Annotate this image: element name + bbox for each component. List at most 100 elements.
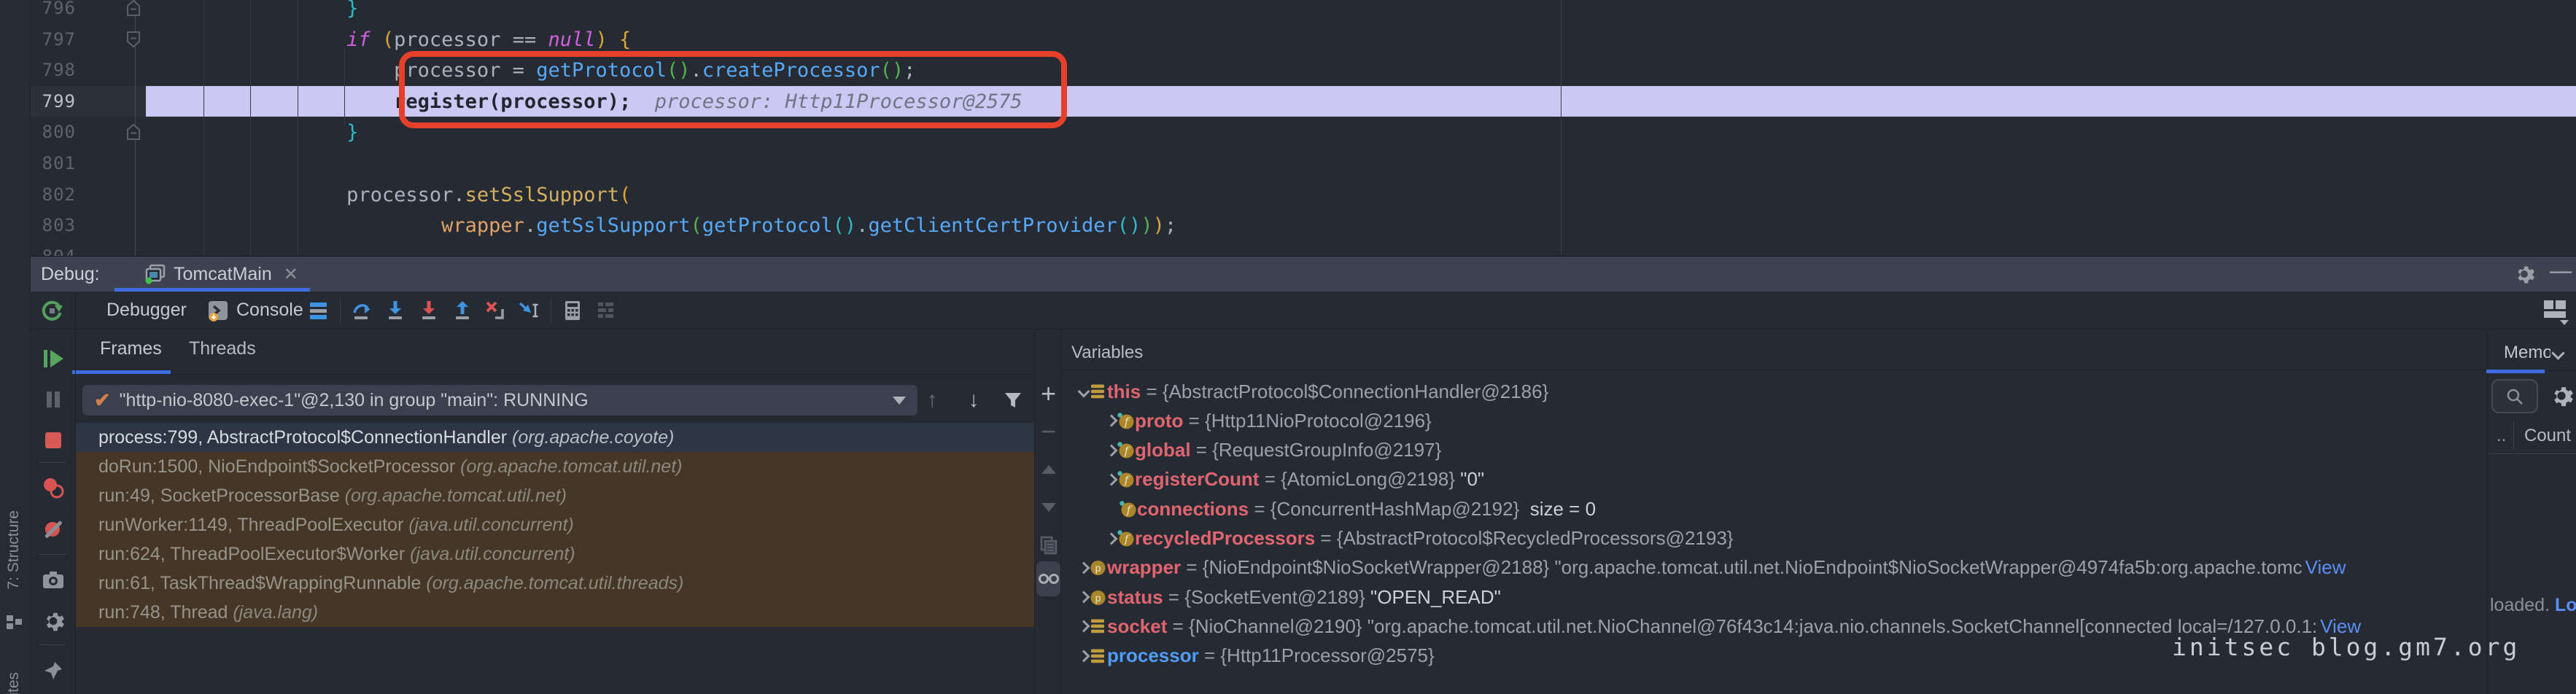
line-number[interactable]: 797 (31, 24, 76, 55)
frame-row[interactable]: run:748, Thread (java.lang) (75, 598, 1034, 627)
line-number[interactable]: 802 (31, 179, 76, 211)
frame-row[interactable]: doRun:1500, NioEndpoint$SocketProcessor … (75, 452, 1034, 481)
line-number[interactable]: 799 (31, 86, 76, 117)
tab-frames[interactable]: Frames (93, 330, 169, 367)
variable-row[interactable]: fconnections = {ConcurrentHashMap@2192} … (1062, 494, 2480, 523)
memory-settings-gear-icon[interactable] (2549, 383, 2574, 408)
tab-console[interactable]: Console (200, 292, 311, 329)
trace-settings-button[interactable] (589, 296, 623, 325)
variable-value: = {NioEndpoint$NioSocketWrapper@2188} "o… (1181, 556, 2303, 579)
move-watch-up-button[interactable] (1035, 455, 1062, 484)
variable-row[interactable]: fglobal = {RequestGroupInfo@2197} (1062, 436, 2480, 465)
fold-marker-icon[interactable] (126, 31, 141, 48)
settings-gear-icon[interactable] (2513, 263, 2535, 285)
variable-bars-icon (1088, 618, 1107, 634)
thread-selector-dropdown[interactable]: ✔ "http-nio-8080-exec-1"@2,130 in group … (82, 385, 917, 416)
variable-row[interactable]: pstatus = {SocketEvent@2189} "OPEN_READ" (1062, 582, 2480, 612)
move-watch-down-button[interactable] (1035, 493, 1062, 522)
variable-row[interactable]: frecycledProcessors = {AbstractProtocol$… (1062, 524, 2480, 553)
view-value-link[interactable]: View (2303, 556, 2346, 579)
evaluate-expression-button[interactable] (556, 296, 589, 325)
line-number[interactable]: 800 (31, 117, 76, 148)
watches-toolbar: + − (1034, 330, 1061, 694)
debug-titlebar: Debug: TomcatMain ✕ — (31, 257, 2576, 292)
variable-name: this (1107, 381, 1141, 403)
line-number[interactable]: 803 (31, 210, 76, 241)
thread-dump-camera-button[interactable] (31, 564, 75, 596)
code-line[interactable]: 802 processor.setSslSupport( (31, 179, 2576, 211)
add-watch-button[interactable]: + (1035, 379, 1062, 408)
code-line[interactable]: 796 } (31, 0, 2576, 24)
variable-row[interactable]: fregisterCount = {AtomicLong@2198} "0" (1062, 465, 2480, 494)
annotation-box-code (399, 51, 1067, 128)
console-icon (207, 300, 229, 321)
pin-button[interactable] (31, 655, 75, 687)
show-execution-point-button[interactable] (302, 296, 335, 325)
frame-row[interactable]: run:624, ThreadPoolExecutor$Worker (java… (75, 539, 1034, 569)
variable-row[interactable]: this = {AbstractProtocol$ConnectionHandl… (1062, 377, 2480, 406)
line-number[interactable]: 801 (31, 148, 76, 179)
variable-f-icon: f (1116, 412, 1135, 430)
code-line[interactable]: 804 (31, 241, 2576, 257)
mute-breakpoints-button[interactable] (31, 513, 75, 545)
memory-column-count[interactable]: Count (2524, 426, 2571, 446)
restore-layout-icon[interactable] (2541, 296, 2569, 325)
pause-button[interactable] (31, 383, 75, 416)
run-tab-tomcatmain[interactable]: TomcatMain ✕ (139, 257, 304, 292)
code-line[interactable]: 801 (31, 148, 2576, 179)
line-number[interactable]: 804 (31, 241, 76, 257)
show-watches-in-variables-button[interactable] (1036, 561, 1060, 596)
frame-row[interactable]: run:49, SocketProcessorBase (org.apache.… (75, 481, 1034, 510)
thread-status-icon: ✔ (94, 389, 111, 412)
site-watermark: initsec blog.gm7.org (2172, 633, 2520, 661)
memory-search-box[interactable] (2491, 379, 2538, 413)
hide-icon[interactable]: — (2550, 262, 2569, 281)
resume-button[interactable] (31, 343, 75, 375)
remove-watch-button[interactable]: − (1035, 417, 1062, 446)
step-over-button[interactable] (345, 296, 379, 325)
code-editor[interactable]: 796 }797 if (processor == null) {798 pro… (31, 0, 2576, 257)
rerun-button[interactable] (39, 297, 65, 324)
previous-frame-button[interactable]: ↑ (917, 385, 947, 416)
sidebar-item-favorites[interactable]: vorites (5, 672, 23, 694)
force-step-into-button[interactable] (412, 296, 446, 325)
load-classes-link[interactable]: Lo (2555, 595, 2576, 615)
memory-column-class[interactable]: .. (2497, 426, 2506, 446)
step-out-button[interactable] (446, 296, 479, 325)
variable-f-icon: f (1116, 470, 1135, 488)
debugger-settings-gear-icon[interactable] (31, 605, 75, 637)
view-breakpoints-button[interactable] (31, 472, 75, 504)
frame-row[interactable]: run:61, TaskThread$WrappingRunnable (org… (75, 569, 1034, 598)
next-frame-button[interactable]: ↓ (959, 385, 988, 416)
stop-button[interactable] (31, 424, 75, 456)
line-number[interactable]: 798 (31, 55, 76, 86)
copy-watch-button[interactable] (1035, 531, 1062, 560)
chevron-down-icon[interactable] (2551, 346, 2564, 359)
fold-marker-icon[interactable] (126, 0, 141, 17)
code-text: } (157, 0, 358, 24)
variable-row[interactable]: pwrapper = {NioEndpoint$NioSocketWrapper… (1062, 553, 2480, 582)
fold-marker-icon[interactable] (126, 123, 141, 141)
sidebar-item-structure[interactable]: 7: Structure (5, 510, 23, 590)
line-number[interactable]: 796 (31, 0, 76, 24)
structure-icon (7, 615, 23, 630)
variable-value: = {NioChannel@2190} "org.apache.tomcat.u… (1167, 615, 2317, 638)
ide-debug-window: 7: Structure vorites 796 }797 if (proces… (0, 0, 2576, 694)
variable-row[interactable]: fproto = {Http11NioProtocol@2196} (1062, 406, 2480, 435)
tab-memory[interactable]: Memory (2504, 343, 2550, 363)
frame-row[interactable]: process:799, AbstractProtocol$Connection… (75, 423, 1034, 452)
tab-threads[interactable]: Threads (182, 330, 263, 367)
panel-divider (75, 292, 76, 694)
hide-library-frames-filter-icon[interactable] (998, 385, 1028, 416)
variable-name: connections (1137, 498, 1249, 520)
run-to-cursor-button[interactable] (513, 296, 546, 325)
column-divider[interactable] (2513, 421, 2514, 449)
drop-frame-button[interactable] (479, 296, 513, 325)
frame-row[interactable]: runWorker:1149, ThreadPoolExecutor (java… (75, 510, 1034, 539)
tab-debugger[interactable]: Debugger (93, 292, 200, 329)
variable-f-icon: f (1116, 441, 1135, 459)
variable-name: status (1107, 586, 1163, 609)
close-icon[interactable]: ✕ (279, 264, 298, 285)
step-into-button[interactable] (379, 296, 412, 325)
code-line[interactable]: 803 wrapper.getSslSupport(getProtocol().… (31, 210, 2576, 241)
